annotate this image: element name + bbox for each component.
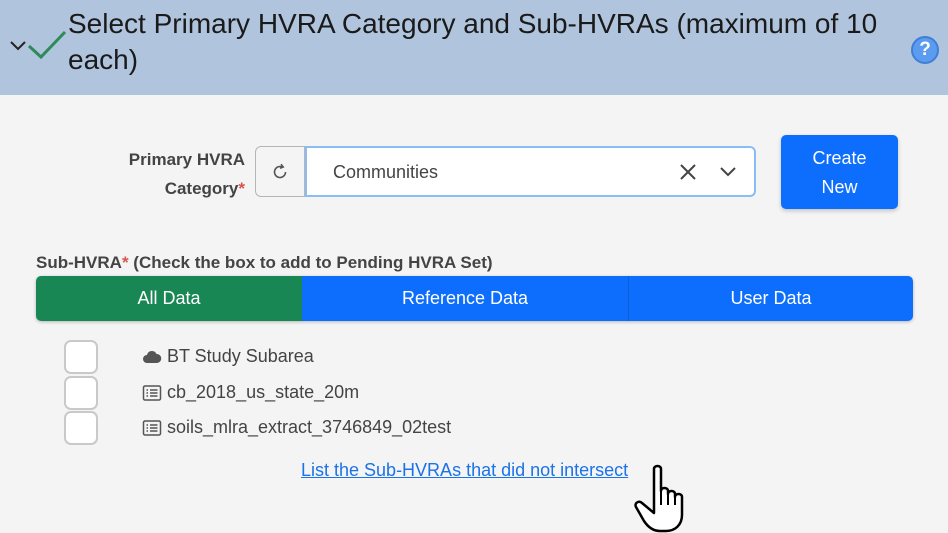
create-new-button[interactable]: Create New — [781, 135, 898, 209]
item-label: cb_2018_us_state_20m — [167, 382, 360, 402]
non-intersecting-link[interactable]: List the Sub-HVRAs that did not intersec… — [301, 460, 628, 481]
data-source-tabs: All Data Reference Data User Data — [36, 276, 913, 321]
select-value: Communities — [333, 162, 439, 182]
chevron-down-icon[interactable] — [8, 36, 28, 56]
tab-user-data[interactable]: User Data — [629, 276, 913, 321]
cloud-icon — [143, 350, 162, 363]
refresh-button[interactable] — [255, 146, 305, 197]
tab-all-data[interactable]: All Data — [36, 276, 302, 321]
item-checkbox[interactable] — [64, 376, 98, 410]
primary-hvra-select[interactable]: Communities — [305, 146, 756, 197]
primary-hvra-label: Primary HVRA Category* — [128, 150, 245, 198]
required-mark: * — [121, 253, 129, 272]
tab-reference-data[interactable]: Reference Data — [302, 276, 629, 321]
help-icon[interactable]: ? — [911, 36, 939, 64]
item-checkbox[interactable] — [64, 340, 98, 374]
check-icon — [27, 30, 67, 60]
item-checkbox[interactable] — [64, 411, 98, 445]
chevron-down-icon[interactable] — [719, 165, 737, 179]
list-icon — [142, 420, 162, 436]
hand-pointer-icon — [634, 464, 684, 533]
refresh-icon — [273, 163, 287, 178]
item-label: BT Study Subarea — [167, 346, 314, 366]
list-icon — [142, 385, 162, 401]
required-mark: * — [238, 179, 245, 198]
section-header[interactable]: Select Primary HVRA Category and Sub-HVR… — [0, 0, 948, 95]
clear-icon[interactable] — [679, 163, 697, 181]
item-label: soils_mlra_extract_3746849_02test — [167, 417, 452, 437]
section-title: Select Primary HVRA Category and Sub-HVR… — [68, 8, 878, 75]
sub-hvra-label: Sub-HVRA* (Check the box to add to Pendi… — [36, 253, 493, 272]
